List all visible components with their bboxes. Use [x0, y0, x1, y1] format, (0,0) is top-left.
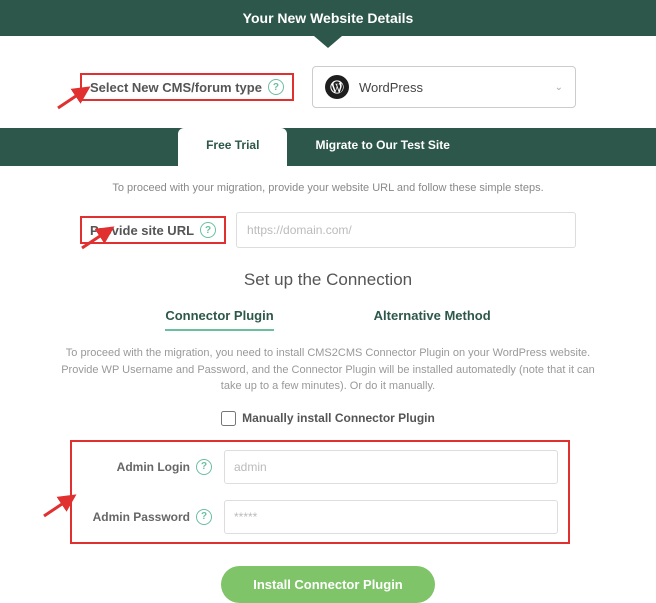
- install-button[interactable]: Install Connector Plugin: [221, 566, 435, 603]
- help-icon[interactable]: ?: [196, 459, 212, 475]
- manual-checkbox-label: Manually install Connector Plugin: [242, 411, 435, 425]
- instruction-text: To proceed with your migration, provide …: [0, 166, 656, 204]
- header-title: Your New Website Details: [243, 10, 414, 26]
- tab-free-trial[interactable]: Free Trial: [178, 128, 287, 166]
- admin-login-label: Admin Login ?: [82, 459, 212, 475]
- cms-label-text: Select New CMS/forum type: [90, 80, 262, 95]
- subtab-alternative[interactable]: Alternative Method: [374, 302, 491, 331]
- header-banner: Your New Website Details: [0, 0, 656, 36]
- manual-checkbox[interactable]: [221, 411, 236, 426]
- help-icon[interactable]: ?: [196, 509, 212, 525]
- main-tabs: Free Trial Migrate to Our Test Site: [0, 128, 656, 166]
- manual-checkbox-row: Manually install Connector Plugin: [0, 405, 656, 436]
- cms-row: Select New CMS/forum type ? WordPress ⌄: [0, 36, 656, 128]
- admin-password-input[interactable]: [224, 500, 558, 534]
- url-input[interactable]: [236, 212, 576, 248]
- credentials-box: Admin Login ? Admin Password ?: [70, 440, 570, 544]
- cms-selected-value: WordPress: [359, 80, 423, 95]
- connector-description: To proceed with the migration, you need …: [0, 331, 656, 405]
- admin-password-label: Admin Password ?: [82, 509, 212, 525]
- url-label-text: Provide site URL: [90, 223, 194, 238]
- admin-login-row: Admin Login ?: [72, 442, 568, 492]
- tab-migrate-test[interactable]: Migrate to Our Test Site: [287, 128, 477, 166]
- url-label: Provide site URL ?: [80, 216, 226, 244]
- subtab-connector[interactable]: Connector Plugin: [165, 302, 273, 331]
- admin-password-row: Admin Password ?: [72, 492, 568, 542]
- help-icon[interactable]: ?: [268, 79, 284, 95]
- admin-login-input[interactable]: [224, 450, 558, 484]
- subtabs: Connector Plugin Alternative Method: [0, 298, 656, 331]
- wordpress-icon: [325, 75, 349, 99]
- cms-select[interactable]: WordPress ⌄: [312, 66, 576, 108]
- help-icon[interactable]: ?: [200, 222, 216, 238]
- cms-label: Select New CMS/forum type ?: [80, 73, 294, 101]
- url-row: Provide site URL ?: [0, 204, 656, 256]
- setup-title: Set up the Connection: [0, 256, 656, 298]
- chevron-down-icon: ⌄: [555, 82, 563, 93]
